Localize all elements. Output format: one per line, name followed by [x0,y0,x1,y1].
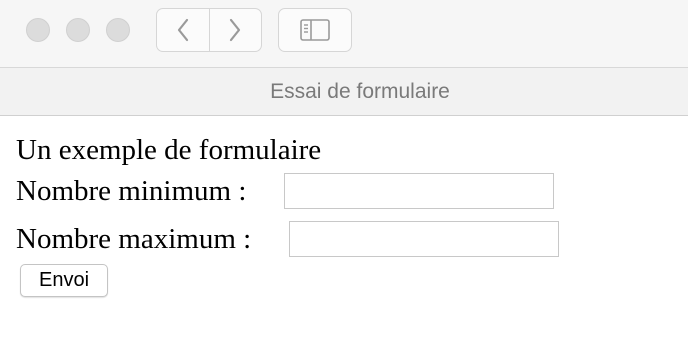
zoom-button[interactable] [106,18,130,42]
submit-button[interactable]: Envoi [20,264,108,297]
close-button[interactable] [26,18,50,42]
min-number-label: Nombre minimum : [16,175,247,208]
max-number-label: Nombre maximum : [16,223,252,256]
minimize-button[interactable] [66,18,90,42]
min-number-row: Nombre minimum : [16,172,554,209]
forward-button[interactable] [208,9,262,51]
chevron-right-icon [230,18,241,42]
form-heading: Un exemple de formulaire [16,134,322,166]
sidebar-icon [300,19,330,41]
back-button[interactable] [157,9,209,51]
page-title: Essai de formulaire [270,79,450,103]
sidebar-toggle-button[interactable] [278,8,352,52]
tab-bar: Essai de formulaire [0,68,688,116]
min-number-input[interactable] [284,173,554,209]
toolbar [0,0,688,68]
chevron-left-icon [177,18,188,42]
max-number-input[interactable] [289,221,559,257]
navigation-buttons [156,8,262,52]
browser-window: Essai de formulaire Un exemple de formul… [0,0,688,338]
max-number-row: Nombre maximum : [16,220,559,257]
